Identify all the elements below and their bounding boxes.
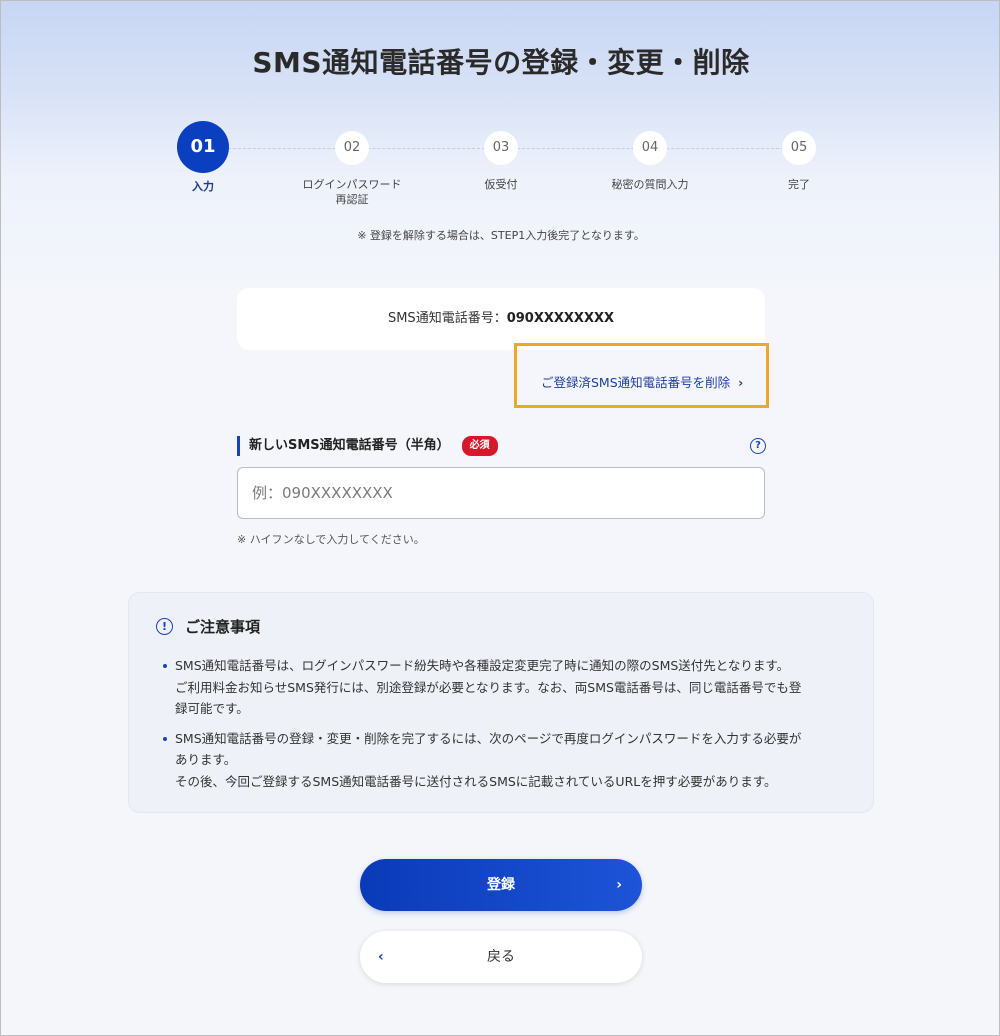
- step-4-number: 04: [633, 131, 667, 165]
- step-5: 05 完了: [729, 121, 869, 192]
- step-1-number: 01: [177, 121, 229, 173]
- notice-item: SMS通知電話番号の登録・変更・削除を完了するには、次のページで再度ログインパス…: [163, 728, 853, 793]
- help-icon[interactable]: ?: [750, 438, 766, 454]
- notice-item: SMS通知電話番号は、ログインパスワード紛失時や各種設定変更完了時に通知の際のS…: [163, 655, 853, 720]
- step-3-label: 仮受付: [484, 178, 518, 191]
- page-frame: SMS通知電話番号の登録・変更・削除 01 入力 02 ログインパスワード 再認…: [0, 0, 1000, 1036]
- notice-item-2-line-3: その後、今回ご登録するSMS通知電話番号に送付されるSMSに記載されているURL…: [175, 773, 777, 789]
- current-number-card: SMS通知電話番号：090XXXXXXXX: [237, 288, 765, 350]
- notice-list: SMS通知電話番号は、ログインパスワード紛失時や各種設定変更完了時に通知の際のS…: [163, 655, 853, 800]
- notice-panel: ! ご注意事項 SMS通知電話番号は、ログインパスワード紛失時や各種設定変更完了…: [128, 592, 874, 813]
- step-3-number: 03: [484, 131, 518, 165]
- back-button-label: 戻る: [487, 949, 515, 965]
- info-icon: !: [156, 618, 173, 635]
- step-4: 04 秘密の質問入力: [580, 121, 720, 192]
- step-2: 02 ログインパスワード 再認証: [282, 121, 422, 207]
- step-3: 03 仮受付: [431, 121, 571, 192]
- new-phone-number-input[interactable]: [237, 467, 765, 519]
- register-button[interactable]: 登録 ›: [360, 859, 642, 911]
- register-button-label: 登録: [487, 877, 515, 893]
- input-note: ※ ハイフンなしで入力してください。: [237, 533, 425, 546]
- page-title: SMS通知電話番号の登録・変更・削除: [252, 46, 750, 79]
- delete-link-label: ご登録済SMS通知電話番号を削除: [541, 375, 731, 390]
- step-2-number: 02: [335, 131, 369, 165]
- step-1-label: 入力: [192, 180, 214, 193]
- progress-stepper: 01 入力 02 ログインパスワード 再認証 03 仮受付 04 秘密の質問入力…: [1, 121, 999, 221]
- step-5-label: 完了: [788, 178, 810, 191]
- step-2-label-line2: 再認証: [335, 193, 369, 206]
- notice-item-1-line-3: 録可能です。: [175, 701, 249, 716]
- back-button[interactable]: ‹ 戻る: [360, 931, 642, 983]
- notice-title: ご注意事項: [185, 618, 261, 636]
- step-2-label: ログインパスワード 再認証: [282, 177, 422, 207]
- notice-item-2-line-1: SMS通知電話番号の登録・変更・削除を完了するには、次のページで再度ログインパス…: [175, 730, 802, 746]
- required-badge: 必須: [461, 436, 498, 456]
- chevron-right-icon: ›: [738, 375, 744, 390]
- step-4-label: 秘密の質問入力: [611, 178, 689, 191]
- chevron-left-icon: ‹: [378, 949, 384, 965]
- chevron-right-icon: ›: [616, 877, 622, 893]
- notice-item-1-line-1: SMS通知電話番号は、ログインパスワード紛失時や各種設定変更完了時に通知の際のS…: [175, 658, 790, 673]
- step-note: ※ 登録を解除する場合は、STEP1入力後完了となります。: [357, 229, 645, 242]
- new-number-label-text: 新しいSMS通知電話番号（半角）: [249, 438, 450, 453]
- current-number-value: 090XXXXXXXX: [506, 311, 615, 326]
- notice-item-1-line-2: ご利用料金お知らせSMS発行には、別途登録が必要となります。なお、両SMS電話番…: [175, 679, 802, 695]
- new-number-field-label: 新しいSMS通知電話番号（半角） 必須: [237, 436, 498, 456]
- step-5-number: 05: [782, 131, 816, 165]
- step-1: 01 入力: [133, 121, 273, 194]
- notice-item-2-line-2: あります。: [175, 752, 237, 767]
- current-number-label: SMS通知電話番号：: [387, 311, 507, 326]
- step-2-label-line1: ログインパスワード: [302, 178, 402, 191]
- delete-registered-number-link[interactable]: ご登録済SMS通知電話番号を削除 ›: [541, 372, 743, 391]
